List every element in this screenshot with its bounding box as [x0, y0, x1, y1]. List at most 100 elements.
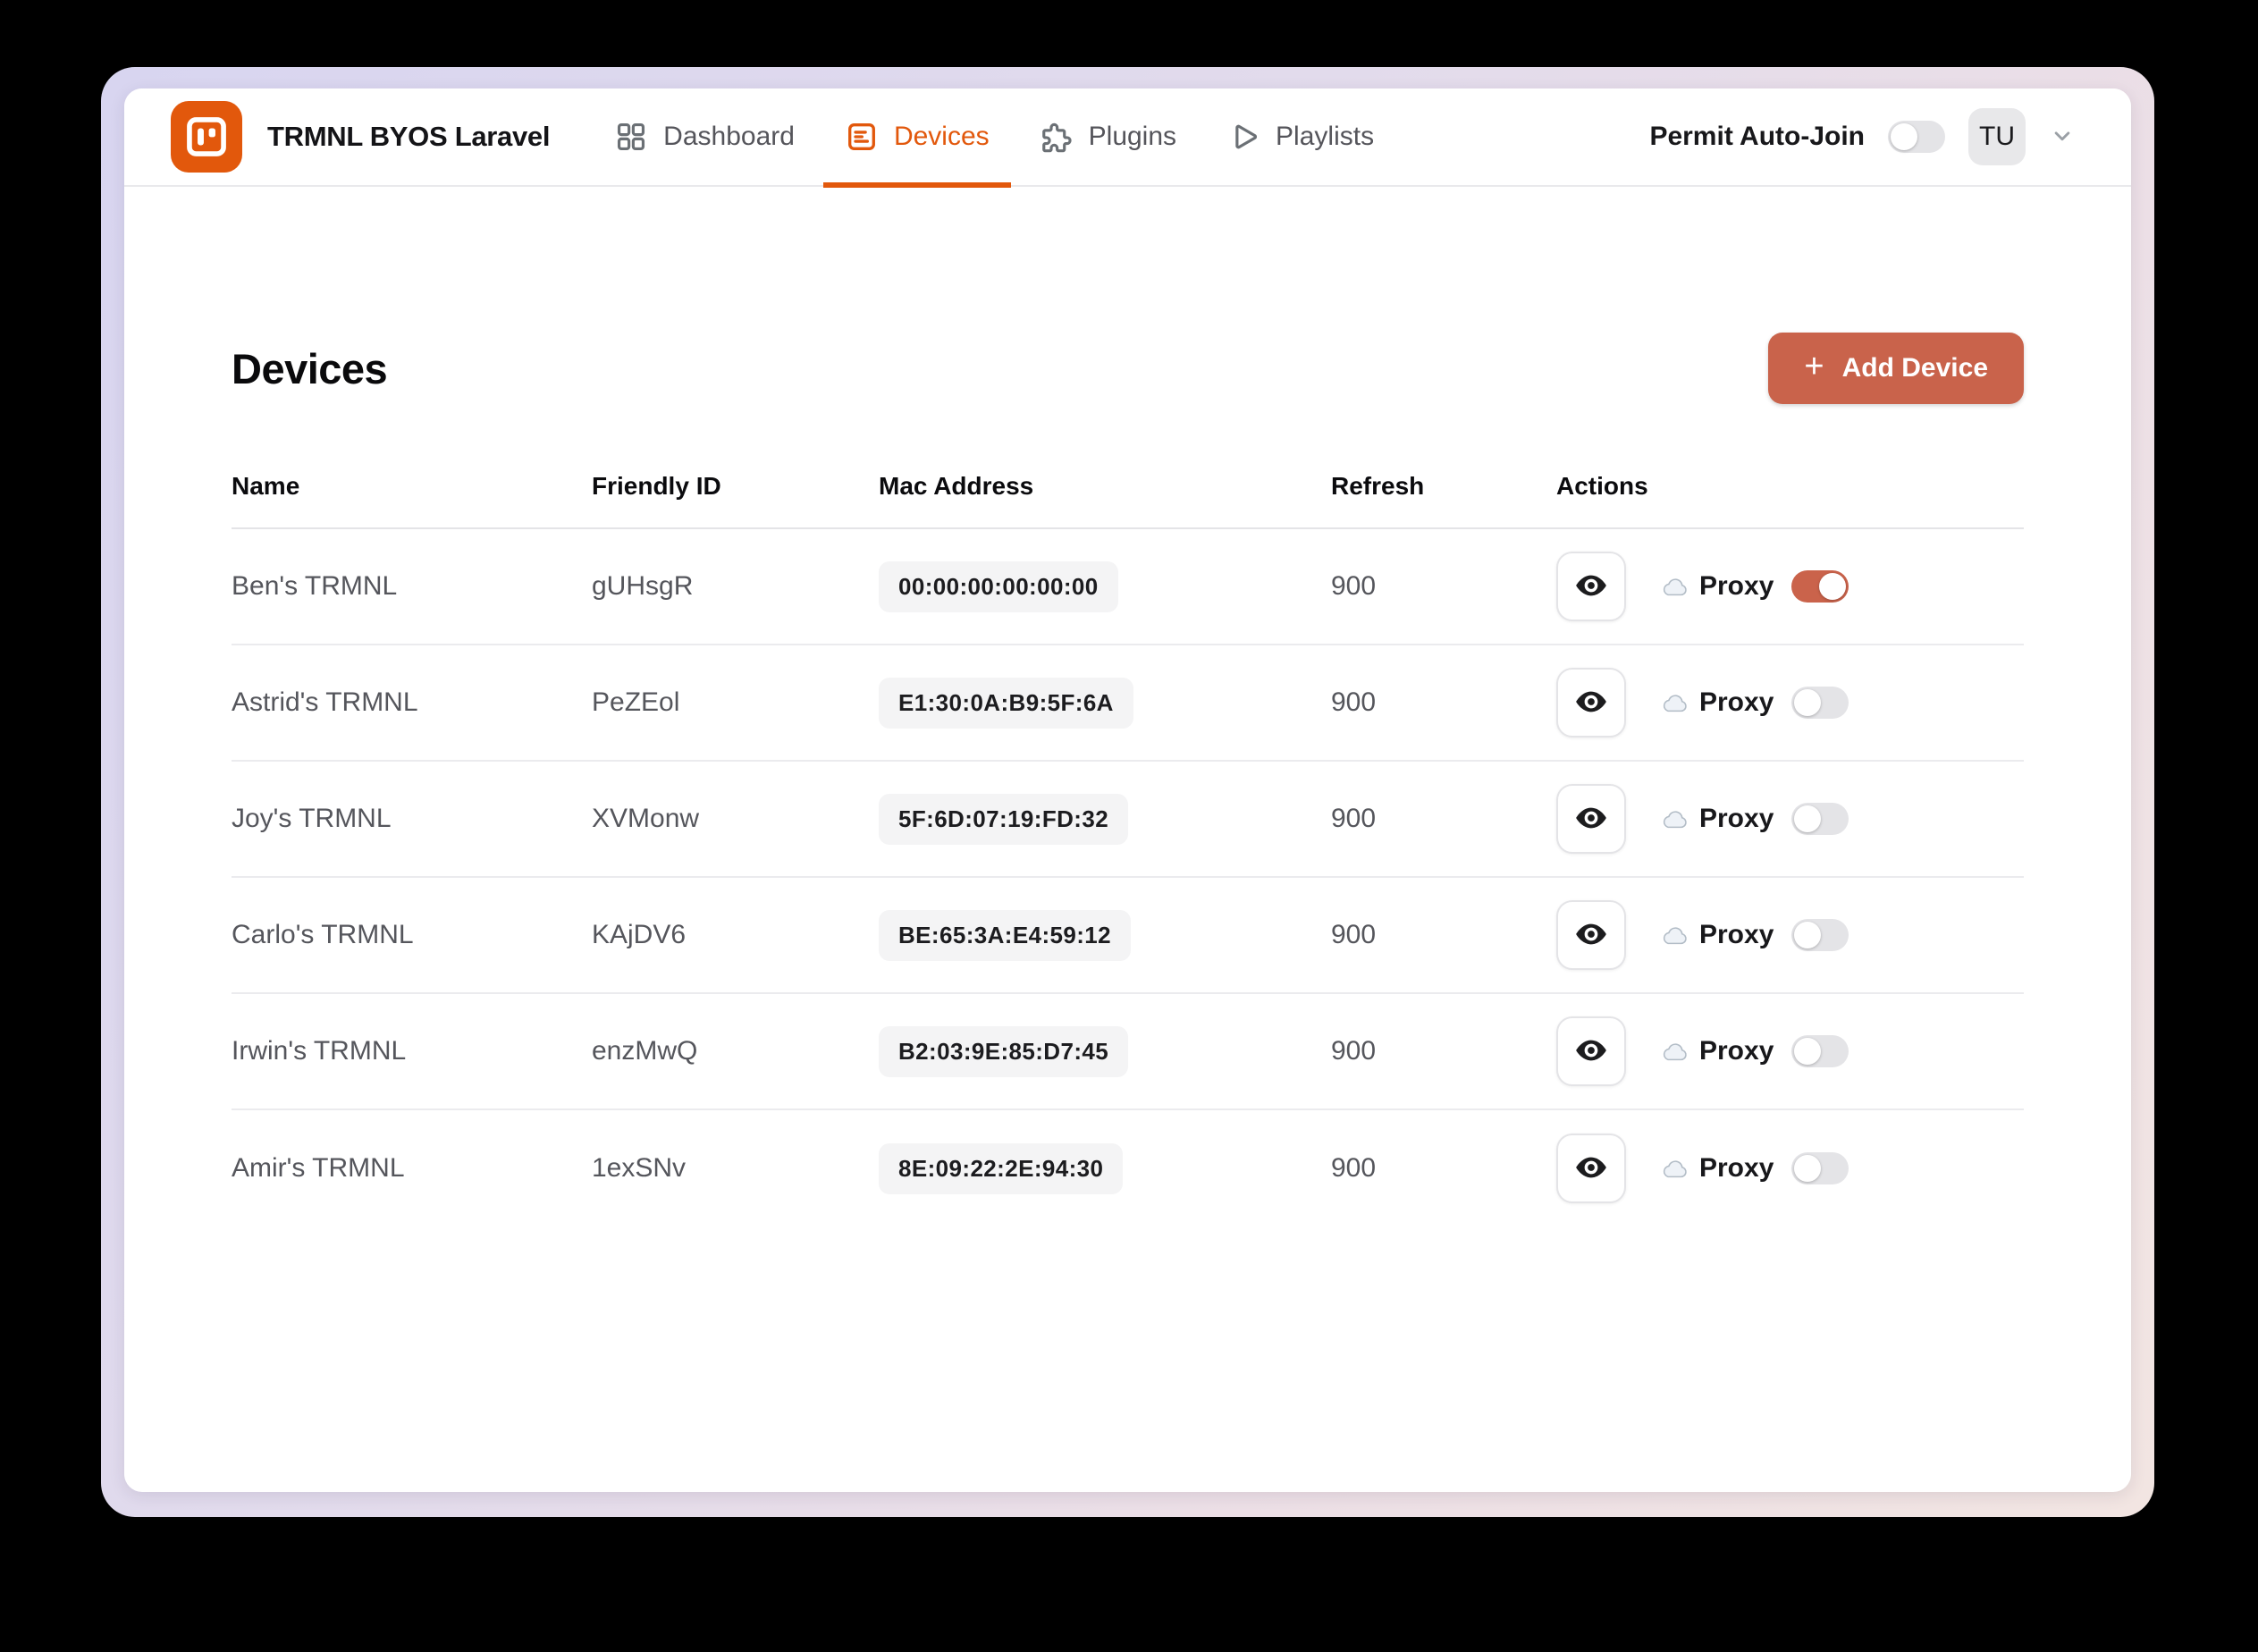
device-refresh: 900	[1331, 920, 1377, 949]
cloud-icon	[1660, 922, 1690, 948]
view-device-button[interactable]	[1556, 552, 1626, 621]
device-friendly-id: KAjDV6	[592, 920, 687, 949]
nav-item-dashboard[interactable]: Dashboard	[589, 88, 820, 186]
brand-home-link[interactable]: TRMNL BYOS Laravel	[171, 101, 550, 173]
device-name: Irwin's TRMNL	[232, 1036, 407, 1066]
window-frame: TRMNL BYOS Laravel Dashboard Devices Plu…	[101, 67, 2154, 1517]
device-name: Carlo's TRMNL	[232, 920, 414, 949]
device-refresh: 900	[1331, 1153, 1377, 1183]
table-header-row: Name Friendly ID Mac Address Refresh Act…	[232, 442, 2024, 529]
proxy-label: Proxy	[1699, 1153, 1774, 1183]
app-window: TRMNL BYOS Laravel Dashboard Devices Plu…	[124, 88, 2131, 1492]
proxy-toggle[interactable]	[1791, 919, 1849, 951]
view-device-button[interactable]	[1556, 668, 1626, 738]
view-device-button[interactable]	[1556, 784, 1626, 854]
top-navigation-bar: TRMNL BYOS Laravel Dashboard Devices Plu…	[124, 88, 2131, 188]
device-mac-cell: E1:30:0A:B9:5F:6A	[879, 677, 1331, 729]
toggle-knob	[1891, 123, 1917, 150]
trmnl-logo-icon	[171, 101, 242, 173]
nav-item-plugins[interactable]: Plugins	[1015, 88, 1201, 186]
eye-icon	[1573, 1152, 1609, 1185]
mac-address-badge: E1:30:0A:B9:5F:6A	[879, 677, 1133, 729]
device-mac-cell: B2:03:9E:85:D7:45	[879, 1025, 1331, 1077]
toggle-knob	[1794, 805, 1822, 832]
page-title: Devices	[232, 344, 388, 392]
main-nav: Dashboard Devices Plugins Playlists	[589, 88, 1399, 188]
list-box-icon	[845, 120, 879, 154]
device-mac-cell: 8E:09:22:2E:94:30	[879, 1142, 1331, 1194]
proxy-toggle[interactable]	[1791, 1152, 1849, 1184]
device-friendly-id: PeZEol	[592, 687, 680, 717]
mac-address-badge: 5F:6D:07:19:FD:32	[879, 793, 1129, 845]
column-header-friendly-id: Friendly ID	[592, 472, 721, 500]
nav-item-playlists[interactable]: Playlists	[1201, 88, 1399, 186]
nav-label: Playlists	[1276, 122, 1375, 151]
device-friendly-id: 1exSNv	[592, 1153, 687, 1183]
view-device-button[interactable]	[1556, 1134, 1626, 1203]
column-header-refresh: Refresh	[1331, 472, 1425, 500]
device-name: Ben's TRMNL	[232, 571, 398, 601]
device-actions: Proxy	[1556, 784, 2024, 854]
cloud-icon	[1660, 689, 1690, 716]
device-name: Amir's TRMNL	[232, 1153, 405, 1183]
device-refresh: 900	[1331, 1036, 1377, 1066]
table-row: Joy's TRMNL XVMonw 5F:6D:07:19:FD:32 900	[232, 762, 2024, 878]
mac-address-badge: B2:03:9E:85:D7:45	[879, 1025, 1129, 1077]
permit-auto-join-toggle[interactable]	[1888, 121, 1945, 153]
add-device-label: Add Device	[1841, 353, 1988, 383]
permit-auto-join-label: Permit Auto-Join	[1649, 122, 1865, 151]
device-actions: Proxy	[1556, 900, 2024, 970]
device-mac-cell: BE:65:3A:E4:59:12	[879, 909, 1331, 961]
nav-label: Plugins	[1088, 122, 1177, 151]
table-row: Astrid's TRMNL PeZEol E1:30:0A:B9:5F:6A …	[232, 645, 2024, 762]
proxy-toggle[interactable]	[1791, 1035, 1849, 1067]
proxy-toggle[interactable]	[1791, 803, 1849, 835]
device-refresh: 900	[1331, 571, 1377, 601]
device-actions: Proxy	[1556, 1134, 2024, 1203]
play-icon	[1226, 120, 1260, 154]
device-friendly-id: enzMwQ	[592, 1036, 698, 1066]
device-name: Joy's TRMNL	[232, 804, 392, 833]
mac-address-badge: BE:65:3A:E4:59:12	[879, 909, 1132, 961]
table-row: Carlo's TRMNL KAjDV6 BE:65:3A:E4:59:12 9…	[232, 878, 2024, 994]
device-mac-cell: 00:00:00:00:00:00	[879, 560, 1331, 612]
user-menu-button[interactable]	[2049, 122, 2076, 152]
device-refresh: 900	[1331, 804, 1377, 833]
mac-address-badge: 8E:09:22:2E:94:30	[879, 1142, 1124, 1194]
plus-icon: +	[1804, 348, 1824, 385]
proxy-toggle[interactable]	[1791, 687, 1849, 719]
proxy-label: Proxy	[1699, 571, 1774, 601]
device-actions: Proxy	[1556, 552, 2024, 621]
proxy-label: Proxy	[1699, 1036, 1774, 1066]
eye-icon	[1573, 570, 1609, 603]
main-content: Devices + Add Device Name Friendly ID Ma…	[124, 187, 2131, 1492]
user-avatar[interactable]: TU	[1968, 108, 2026, 165]
puzzle-icon	[1040, 120, 1074, 154]
page-header: Devices + Add Device	[232, 333, 2024, 404]
nav-item-devices[interactable]: Devices	[820, 88, 1015, 188]
cloud-icon	[1660, 1038, 1690, 1065]
table-row: Ben's TRMNL gUHsgR 00:00:00:00:00:00 900	[232, 529, 2024, 645]
nav-label: Devices	[893, 122, 990, 151]
cloud-icon	[1660, 805, 1690, 832]
toggle-knob	[1794, 689, 1822, 716]
toggle-knob	[1794, 922, 1822, 948]
topbar-right-group: Permit Auto-Join TU	[1649, 108, 2076, 165]
device-mac-cell: 5F:6D:07:19:FD:32	[879, 793, 1331, 845]
table-row: Amir's TRMNL 1exSNv 8E:09:22:2E:94:30 90…	[232, 1110, 2024, 1226]
column-header-name: Name	[232, 472, 300, 500]
grid-icon	[614, 120, 648, 154]
mac-address-badge: 00:00:00:00:00:00	[879, 560, 1118, 612]
proxy-label: Proxy	[1699, 687, 1774, 717]
proxy-toggle[interactable]	[1791, 570, 1849, 603]
column-header-mac-address: Mac Address	[879, 472, 1034, 500]
devices-table: Name Friendly ID Mac Address Refresh Act…	[232, 442, 2024, 1226]
view-device-button[interactable]	[1556, 900, 1626, 970]
eye-icon	[1573, 919, 1609, 952]
toggle-knob	[1794, 1038, 1822, 1065]
eye-icon	[1573, 803, 1609, 836]
toggle-knob	[1794, 1155, 1822, 1182]
view-device-button[interactable]	[1556, 1016, 1626, 1086]
add-device-button[interactable]: + Add Device	[1768, 333, 2024, 404]
chevron-down-icon	[2049, 122, 2076, 152]
